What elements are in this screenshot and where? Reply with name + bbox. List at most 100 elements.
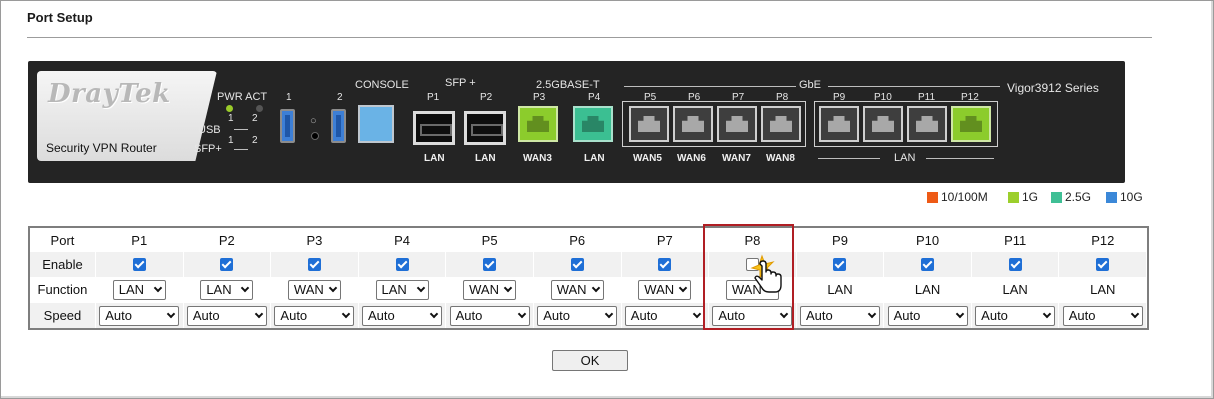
speed-select-p4[interactable]: Auto bbox=[362, 305, 443, 326]
chevron-down-icon bbox=[604, 309, 614, 318]
function-select-p7[interactable]: WAN bbox=[638, 279, 692, 300]
port-label-p4: P4 bbox=[588, 92, 601, 103]
enable-checkbox-p4[interactable] bbox=[395, 258, 409, 271]
function-cell-p12: LAN bbox=[1059, 277, 1148, 302]
enable-checkbox-p12[interactable] bbox=[1096, 258, 1110, 271]
speed-select-p3[interactable]: Auto bbox=[274, 305, 355, 326]
console-port bbox=[358, 105, 394, 143]
legend-label: 1G bbox=[1022, 190, 1039, 204]
speed-cell-p12: Auto bbox=[1059, 303, 1148, 328]
role-p8: WAN8 bbox=[766, 153, 795, 164]
speed-value: Auto bbox=[192, 308, 220, 323]
function-select-p3[interactable]: WAN bbox=[287, 279, 341, 300]
usb-port-2 bbox=[331, 109, 346, 143]
enable-checkbox-p5[interactable] bbox=[483, 258, 497, 271]
speed-select-p1[interactable]: Auto bbox=[99, 305, 180, 326]
enable-checkbox-p9[interactable] bbox=[833, 258, 847, 271]
speed-select-p12[interactable]: Auto bbox=[1062, 305, 1143, 326]
sfp-led-line bbox=[234, 149, 248, 150]
usb-led-line bbox=[234, 129, 248, 130]
function-select-p2[interactable]: LAN bbox=[200, 279, 254, 300]
function-select-p1[interactable]: LAN bbox=[112, 279, 166, 300]
chevron-down-icon bbox=[679, 283, 688, 292]
enable-checkbox-p3[interactable] bbox=[307, 258, 321, 271]
speed-select-p7[interactable]: Auto bbox=[624, 305, 705, 326]
row-label-speed: Speed bbox=[30, 303, 96, 328]
function-select-p4[interactable]: LAN bbox=[375, 279, 429, 300]
function-cell-p5: WAN bbox=[446, 277, 534, 302]
legend-swatch bbox=[1106, 191, 1117, 203]
base-t-header: 2.5GBASE-T bbox=[536, 79, 600, 91]
port-header-p11: P11 bbox=[972, 228, 1060, 253]
port-label-p3: P3 bbox=[533, 92, 546, 103]
chevron-down-icon bbox=[867, 309, 877, 318]
function-cell-p4: LAN bbox=[359, 277, 447, 302]
eth-port-p9 bbox=[819, 106, 859, 142]
speed-select-p6[interactable]: Auto bbox=[537, 305, 618, 326]
chevron-down-icon bbox=[503, 283, 513, 292]
enable-checkbox-p6[interactable] bbox=[570, 258, 584, 271]
usb-port-1 bbox=[280, 109, 295, 143]
speed-cell-p9: Auto bbox=[796, 303, 885, 328]
port-settings-table: Port P1 P2 P3 P4 P5 P6 P7 P8 P9 P10 P11 P12 Enable … bbox=[28, 226, 1149, 330]
legend-swatch bbox=[1008, 191, 1019, 203]
chevron-down-icon bbox=[591, 283, 600, 292]
port-label-p10: P10 bbox=[874, 92, 892, 103]
speed-value: Auto bbox=[1068, 308, 1096, 323]
role-p7: WAN7 bbox=[722, 153, 751, 164]
speed-select-p11[interactable]: Auto bbox=[975, 305, 1056, 326]
function-cell-p10: LAN bbox=[884, 277, 972, 302]
enable-checkbox-p11[interactable] bbox=[1008, 258, 1022, 271]
speed-value: Auto bbox=[280, 308, 308, 323]
legend-10-100m: 10/100M bbox=[927, 190, 988, 204]
function-row: Function LAN LAN WAN LAN WAN WAN WAN WAN LAN LAN L… bbox=[30, 277, 1148, 302]
router-front-panel: DrayTek Security VPN Router PWR ACT 1 2 … bbox=[28, 61, 1125, 183]
legend-label: 10/100M bbox=[941, 190, 988, 204]
pwr-act-label: PWR ACT bbox=[217, 91, 268, 103]
enable-cell-p11 bbox=[971, 252, 1060, 277]
enable-checkbox-p2[interactable] bbox=[220, 258, 234, 271]
function-select-p6[interactable]: WAN bbox=[550, 279, 604, 300]
function-select-p5[interactable]: WAN bbox=[463, 279, 517, 300]
enable-cell-p4 bbox=[358, 252, 447, 277]
enable-cell-p2 bbox=[183, 252, 272, 277]
chevron-down-icon bbox=[241, 283, 250, 292]
ok-button[interactable]: OK bbox=[552, 350, 628, 371]
speed-select-p9[interactable]: Auto bbox=[799, 305, 880, 326]
function-value: LAN bbox=[118, 282, 145, 297]
port-header-p3: P3 bbox=[271, 228, 359, 253]
chevron-down-icon bbox=[1042, 309, 1052, 318]
chevron-down-icon bbox=[328, 283, 338, 292]
lan-line-left bbox=[818, 158, 880, 159]
hand-cursor-icon bbox=[750, 254, 782, 293]
speed-value: Auto bbox=[368, 308, 395, 323]
speed-value: Auto bbox=[630, 308, 658, 323]
lan-group-label: LAN bbox=[894, 152, 916, 164]
enable-cell-p3 bbox=[271, 252, 359, 277]
eth-port-p6 bbox=[673, 106, 713, 142]
function-cell-p6: WAN bbox=[534, 277, 622, 302]
sfp-plus-label: SFP+ bbox=[194, 143, 222, 155]
sfp-port-p1 bbox=[413, 111, 455, 145]
function-text-p11: LAN bbox=[1002, 282, 1028, 297]
legend-swatch bbox=[1051, 191, 1062, 203]
enable-cell-p7 bbox=[621, 252, 710, 277]
speed-select-p10[interactable]: Auto bbox=[887, 305, 968, 326]
row-label-enable: Enable bbox=[30, 252, 96, 277]
role-p2: LAN bbox=[475, 153, 496, 164]
port-label-p12: P12 bbox=[961, 92, 979, 103]
role-p3: WAN3 bbox=[523, 153, 552, 164]
usb-port-2-label: 2 bbox=[337, 92, 343, 103]
speed-cell-p5: Auto bbox=[446, 303, 534, 328]
usb-label: USB bbox=[198, 124, 221, 136]
function-value: LAN bbox=[206, 282, 232, 297]
role-p6: WAN6 bbox=[677, 153, 706, 164]
enable-checkbox-p1[interactable] bbox=[132, 258, 146, 271]
enable-checkbox-p10[interactable] bbox=[921, 258, 935, 271]
pwr-led bbox=[226, 105, 233, 112]
speed-select-p2[interactable]: Auto bbox=[186, 305, 267, 326]
port-header-p2: P2 bbox=[184, 228, 272, 253]
port-label-p8: P8 bbox=[776, 92, 789, 103]
enable-checkbox-p7[interactable] bbox=[658, 258, 672, 271]
speed-select-p5[interactable]: Auto bbox=[449, 305, 530, 326]
